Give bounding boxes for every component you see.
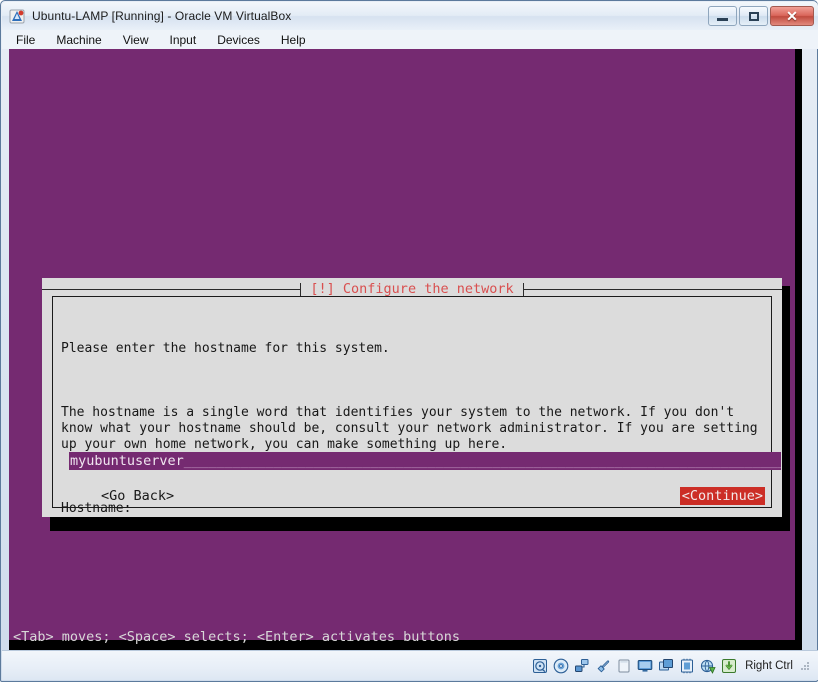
maximize-button[interactable] xyxy=(739,6,768,26)
dialog-button-row: <Go Back> <Continue> xyxy=(53,487,773,505)
display-icon[interactable] xyxy=(637,658,653,674)
cpu-icon[interactable] xyxy=(679,658,695,674)
window-controls: ✕ xyxy=(708,6,814,26)
menu-item-file[interactable]: File xyxy=(16,33,35,47)
dialog-paragraph-intro: Please enter the hostname for this syste… xyxy=(61,341,390,356)
hostname-input-value: myubuntuserver xyxy=(70,453,184,469)
minimize-button[interactable] xyxy=(708,6,737,26)
window-titlebar: Ubuntu-LAMP [Running] - Oracle VM Virtua… xyxy=(2,2,818,30)
dialog-body: Please enter the hostname for this syste… xyxy=(61,309,767,549)
network-adapter-icon[interactable] xyxy=(574,658,590,674)
globe-network-icon[interactable] xyxy=(700,658,716,674)
menubar: File Machine View Input Devices Help xyxy=(2,30,818,49)
mouse-capture-icon[interactable] xyxy=(721,658,737,674)
vm-right-letterbox xyxy=(795,49,802,650)
guest-key-hint: <Tab> moves; <Space> selects; <Enter> ac… xyxy=(13,629,461,645)
menu-item-help[interactable]: Help xyxy=(281,33,306,47)
close-icon: ✕ xyxy=(786,8,798,24)
menu-item-devices[interactable]: Devices xyxy=(217,33,260,47)
vbox-statusbar: Right Ctrl xyxy=(2,650,818,680)
host-key-label: Right Ctrl xyxy=(745,659,793,672)
title-rule-right xyxy=(523,289,783,290)
hostname-input[interactable]: myubuntuserver__________________________… xyxy=(69,452,781,470)
menu-item-view[interactable]: View xyxy=(123,33,149,47)
close-button[interactable]: ✕ xyxy=(770,6,814,26)
remote-desktop-icon[interactable] xyxy=(658,658,674,674)
continue-button[interactable]: <Continue> xyxy=(679,487,765,505)
usb-icon[interactable] xyxy=(595,658,611,674)
optical-disk-icon[interactable] xyxy=(553,658,569,674)
status-icon-group xyxy=(532,658,737,674)
dialog-paragraph-details: The hostname is a single word that ident… xyxy=(61,405,758,452)
go-back-button[interactable]: <Go Back> xyxy=(101,487,174,505)
vm-display[interactable]: [!] Configure the network Please enter t… xyxy=(9,49,802,650)
shared-folders-icon[interactable] xyxy=(616,658,632,674)
dialog-title: [!] Configure the network xyxy=(310,281,514,297)
hostname-input-fill: ________________________________________… xyxy=(183,453,781,469)
maximize-icon xyxy=(748,11,759,21)
title-rule-left xyxy=(42,289,301,290)
hard-disk-icon[interactable] xyxy=(532,658,548,674)
dialog-panel: Please enter the hostname for this syste… xyxy=(52,296,781,516)
window-title: Ubuntu-LAMP [Running] - Oracle VM Virtua… xyxy=(32,9,292,23)
virtualbox-icon xyxy=(9,8,26,25)
virtualbox-window: Ubuntu-LAMP [Running] - Oracle VM Virtua… xyxy=(0,0,818,682)
menu-item-input[interactable]: Input xyxy=(170,33,197,47)
configure-network-dialog: [!] Configure the network Please enter t… xyxy=(42,278,783,517)
resize-grip[interactable] xyxy=(800,661,810,671)
menu-item-machine[interactable]: Machine xyxy=(56,33,101,47)
minimize-icon xyxy=(717,18,728,21)
